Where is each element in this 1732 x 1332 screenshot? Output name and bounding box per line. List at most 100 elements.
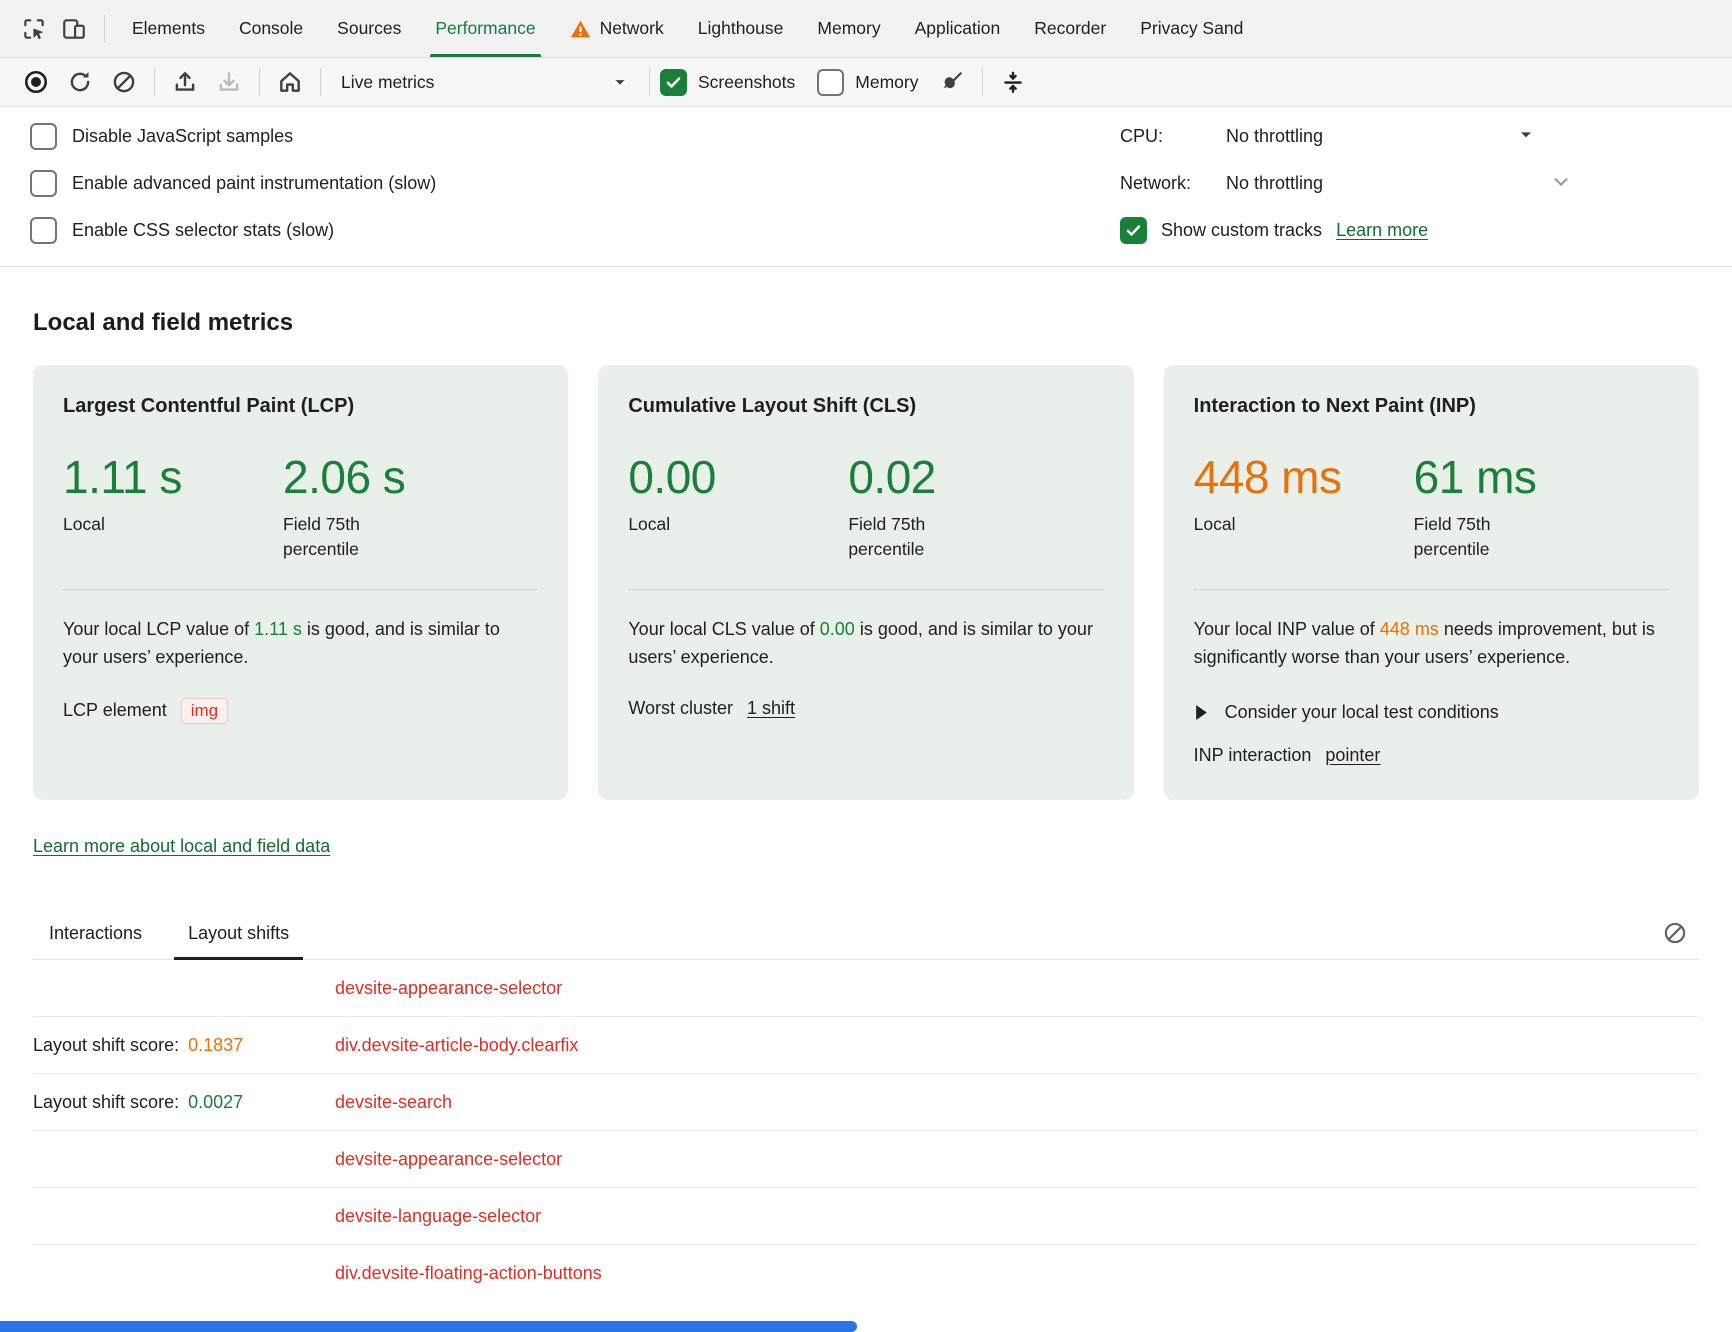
score-label: Layout shift score: <box>33 1035 179 1056</box>
show-custom-tracks-checkbox[interactable] <box>1120 217 1147 244</box>
inp-description: Your local INP value of 448 ms needs imp… <box>1194 616 1669 672</box>
custom-tracks-learn-more-link[interactable]: Learn more <box>1336 220 1428 241</box>
lcp-local-value: 1.11 s <box>63 450 283 504</box>
load-profile-icon[interactable] <box>165 62 205 102</box>
tab-layout-shifts[interactable]: Layout shifts <box>188 923 289 959</box>
advanced-paint-label: Enable advanced paint instrumentation (s… <box>72 173 436 194</box>
lcp-card-title: Largest Contentful Paint (LCP) <box>63 395 538 418</box>
layout-shift-row[interactable]: devsite-appearance-selector <box>33 1131 1699 1188</box>
record-button[interactable] <box>16 62 56 102</box>
layout-shift-row[interactable]: devsite-appearance-selector <box>33 960 1699 1017</box>
performance-toolbar: Live metrics Screenshots Memory <box>0 58 1732 107</box>
chevron-down-icon <box>611 73 629 91</box>
device-toolbar-icon[interactable] <box>54 9 94 49</box>
tab-label: Layout shifts <box>188 923 289 943</box>
node-link[interactable]: devsite-search <box>335 1092 452 1113</box>
inp-card: Interaction to Next Paint (INP) 448 ms L… <box>1164 365 1699 800</box>
inp-card-title: Interaction to Next Paint (INP) <box>1194 395 1669 418</box>
tab-label: Memory <box>817 18 880 39</box>
css-selector-stats-checkbox[interactable] <box>30 217 57 244</box>
node-link[interactable]: devsite-appearance-selector <box>335 1149 562 1170</box>
tab-performance[interactable]: Performance <box>418 0 552 57</box>
local-field-learn-more-link[interactable]: Learn more about local and field data <box>33 836 330 857</box>
horizontal-scrollbar[interactable] <box>0 1321 857 1332</box>
tab-label: Lighthouse <box>698 18 784 39</box>
tab-recorder[interactable]: Recorder <box>1017 0 1123 57</box>
worst-cluster-link[interactable]: 1 shift <box>747 698 795 719</box>
layout-shift-row[interactable]: Layout shift score: 0.0027 devsite-searc… <box>33 1074 1699 1131</box>
score-label: Layout shift score: <box>33 1092 179 1113</box>
tab-lighthouse[interactable]: Lighthouse <box>681 0 801 57</box>
inp-local-value: 448 ms <box>1194 450 1414 504</box>
screenshots-label: Screenshots <box>698 72 795 93</box>
cls-card: Cumulative Layout Shift (CLS) 0.00 Local… <box>598 365 1133 800</box>
node-link[interactable]: devsite-language-selector <box>335 1206 541 1227</box>
inp-local-label: Local <box>1194 512 1329 537</box>
screenshots-checkbox-row[interactable]: Screenshots <box>660 69 795 96</box>
chevron-down-icon[interactable] <box>1516 124 1536 149</box>
screenshots-checkbox[interactable] <box>660 69 687 96</box>
disable-js-samples-label: Disable JavaScript samples <box>72 126 293 147</box>
capture-settings-toggle-icon[interactable] <box>993 62 1033 102</box>
home-icon[interactable] <box>270 62 310 102</box>
network-throttling-select[interactable]: No throttling <box>1226 173 1323 194</box>
score-col: Layout shift score: 0.1837 <box>33 1035 335 1056</box>
tab-privacy-sandbox[interactable]: Privacy Sand <box>1123 0 1260 57</box>
tab-label: Network <box>600 18 664 39</box>
divider <box>320 68 321 96</box>
local-test-conditions-disclosure[interactable]: Consider your local test conditions <box>1194 702 1669 723</box>
node-link[interactable]: div.devsite-floating-action-buttons <box>335 1263 602 1284</box>
tab-console[interactable]: Console <box>222 0 320 57</box>
divider <box>63 589 538 590</box>
divider <box>628 589 1103 590</box>
reload-record-button[interactable] <box>60 62 100 102</box>
score-value: 0.0027 <box>188 1092 243 1113</box>
inp-interaction-label: INP interaction <box>1194 745 1312 766</box>
live-metrics-dropdown[interactable]: Live metrics <box>331 64 639 100</box>
clear-log-icon[interactable] <box>1655 913 1695 953</box>
cls-card-title: Cumulative Layout Shift (CLS) <box>628 395 1103 418</box>
memory-checkbox-row[interactable]: Memory <box>817 69 918 96</box>
tab-label: Recorder <box>1034 18 1106 39</box>
layout-shift-row[interactable]: devsite-language-selector <box>33 1188 1699 1245</box>
worst-cluster-label: Worst cluster <box>628 698 733 719</box>
devtools-tabbar: Elements Console Sources Performance Net… <box>0 0 1732 58</box>
capture-settings-right: CPU: No throttling Network: No throttlin… <box>1120 113 1732 254</box>
clear-button[interactable] <box>104 62 144 102</box>
lcp-card: Largest Contentful Paint (LCP) 1.11 s Lo… <box>33 365 568 800</box>
layout-shift-row[interactable]: Layout shift score: 0.1837 div.devsite-a… <box>33 1017 1699 1074</box>
cls-local-label: Local <box>628 512 763 537</box>
advanced-paint-checkbox[interactable] <box>30 170 57 197</box>
layout-shift-row[interactable]: div.devsite-floating-action-buttons <box>33 1245 1699 1301</box>
cls-local-value: 0.00 <box>628 450 848 504</box>
tab-interactions[interactable]: Interactions <box>49 923 142 959</box>
divider <box>982 68 983 96</box>
inp-interaction-link[interactable]: pointer <box>1325 745 1380 766</box>
cpu-throttling-select[interactable]: No throttling <box>1226 126 1323 147</box>
tab-label: Console <box>239 18 303 39</box>
inp-field-label: Field 75th percentile <box>1414 512 1549 561</box>
inspect-element-icon[interactable] <box>14 9 54 49</box>
disable-js-samples-checkbox[interactable] <box>30 123 57 150</box>
tab-network[interactable]: Network <box>553 0 681 57</box>
lcp-element-node-link[interactable]: img <box>181 698 228 724</box>
node-link[interactable]: div.devsite-article-body.clearfix <box>335 1035 578 1056</box>
save-profile-icon[interactable] <box>209 62 249 102</box>
cls-field-value: 0.02 <box>848 450 1068 504</box>
tab-sources[interactable]: Sources <box>320 0 418 57</box>
divider <box>259 68 260 96</box>
cpu-label: CPU: <box>1120 126 1226 147</box>
live-metrics-label: Live metrics <box>341 72 434 93</box>
tab-label: Application <box>915 18 1001 39</box>
memory-checkbox[interactable] <box>817 69 844 96</box>
tab-elements[interactable]: Elements <box>115 0 222 57</box>
tab-application[interactable]: Application <box>898 0 1018 57</box>
cls-field-label: Field 75th percentile <box>848 512 983 561</box>
chevron-down-icon[interactable] <box>1550 170 1572 197</box>
collect-garbage-icon[interactable] <box>932 62 972 102</box>
node-link[interactable]: devsite-appearance-selector <box>335 978 562 999</box>
tab-label: Interactions <box>49 923 142 943</box>
tab-memory[interactable]: Memory <box>800 0 897 57</box>
network-throttling-row: Network: No throttling <box>1120 160 1732 207</box>
divider <box>104 15 105 43</box>
